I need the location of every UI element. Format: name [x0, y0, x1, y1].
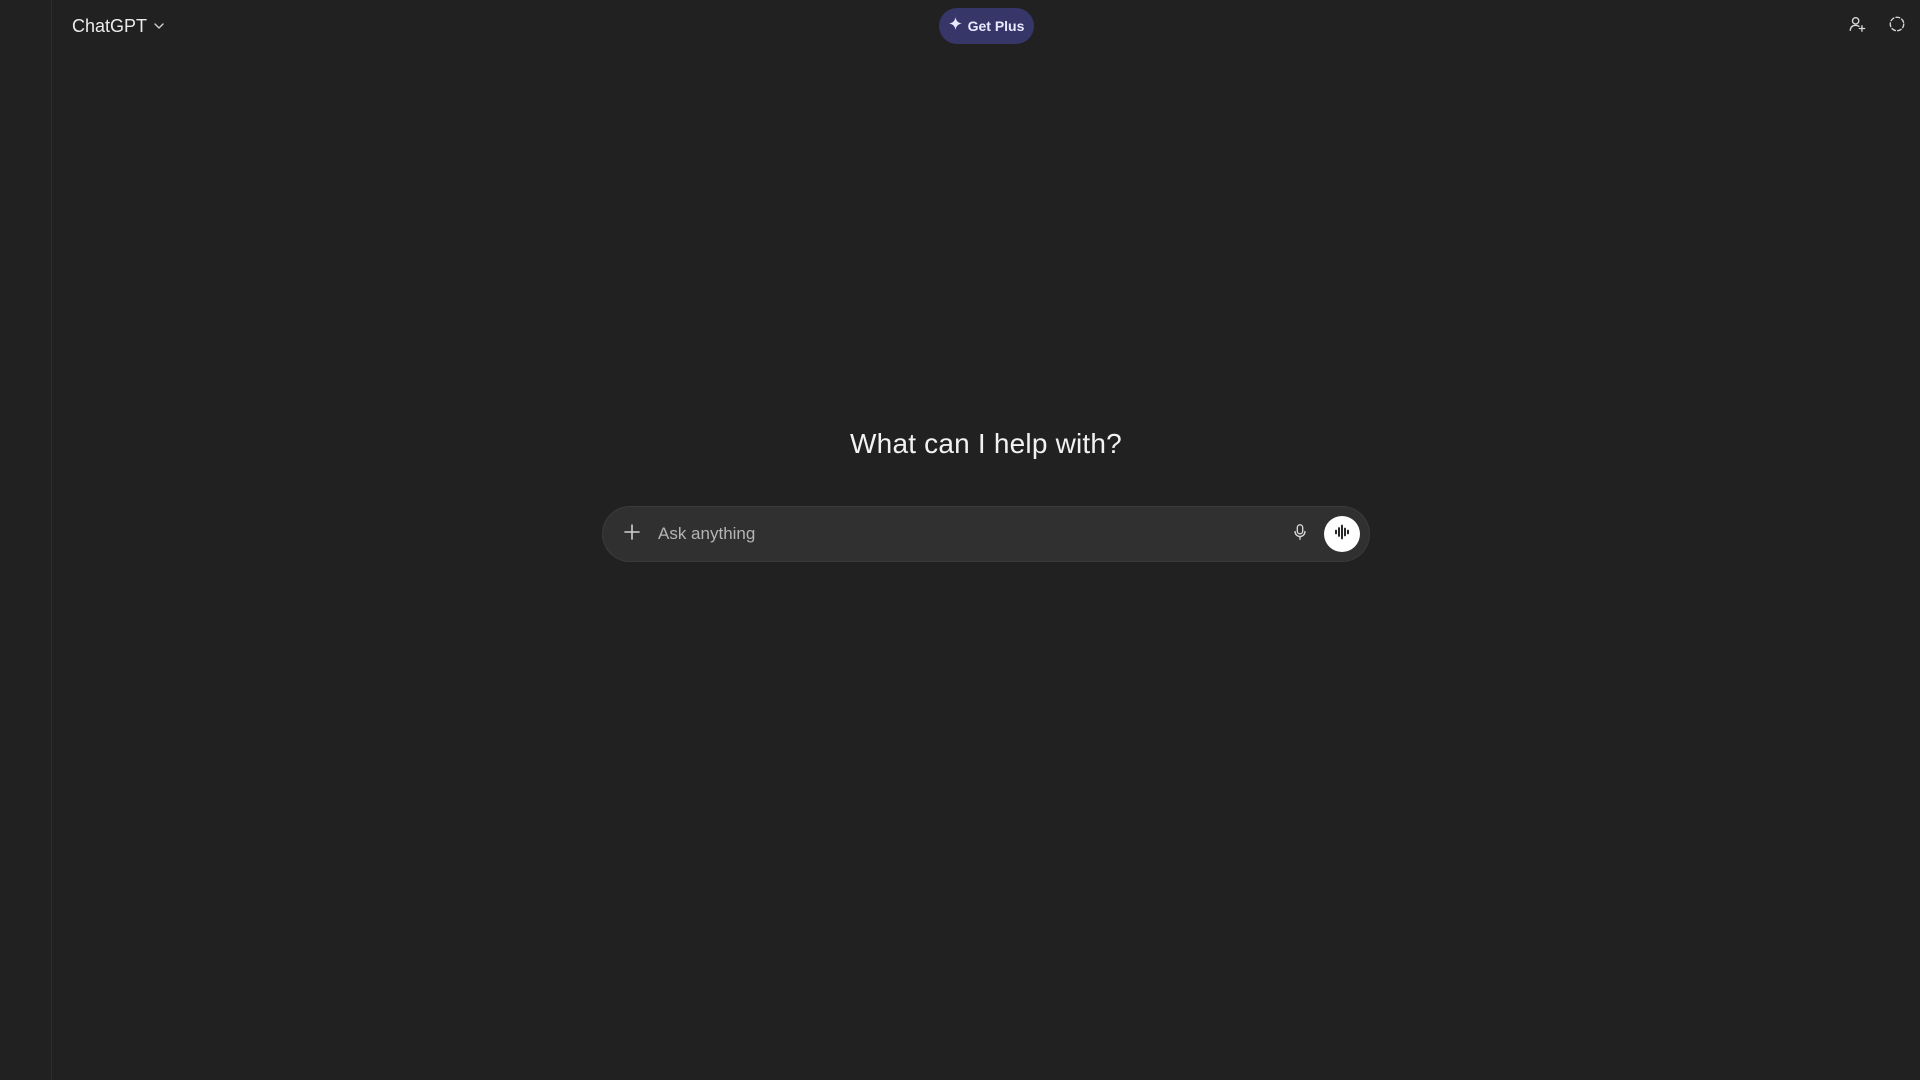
model-name: ChatGPT [72, 15, 148, 36]
share-button[interactable] [1844, 13, 1870, 39]
chatgpt-app: ChatGPT Get Plus What can I help with? A… [0, 0, 1920, 1080]
chat-composer [602, 506, 1370, 562]
top-bar: ChatGPT Get Plus [52, 0, 1920, 52]
chevron-down-icon [153, 20, 165, 32]
sparkle-icon [948, 17, 962, 35]
get-plus-label: Get Plus [967, 18, 1025, 34]
add-person-icon [1848, 15, 1866, 38]
dictate-button[interactable] [1284, 518, 1316, 550]
plus-icon [623, 523, 641, 546]
collapsed-sidebar [0, 0, 52, 1080]
prompt-input[interactable] [656, 513, 1284, 555]
main-area: ChatGPT Get Plus What can I help with? A… [52, 0, 1920, 1080]
temporary-chat-icon [1888, 15, 1906, 38]
empty-state: What can I help with? [52, 428, 1920, 562]
attach-button[interactable] [618, 520, 646, 548]
voice-mode-button[interactable] [1324, 516, 1360, 552]
microphone-icon [1291, 523, 1309, 546]
top-right-actions [1844, 12, 1910, 40]
model-switcher-button[interactable]: ChatGPT [70, 12, 173, 40]
temporary-chat-button[interactable] [1884, 13, 1910, 39]
voice-waveform-icon [1333, 523, 1351, 546]
page-title: What can I help with? [850, 428, 1122, 459]
get-plus-button[interactable]: Get Plus [939, 8, 1034, 44]
